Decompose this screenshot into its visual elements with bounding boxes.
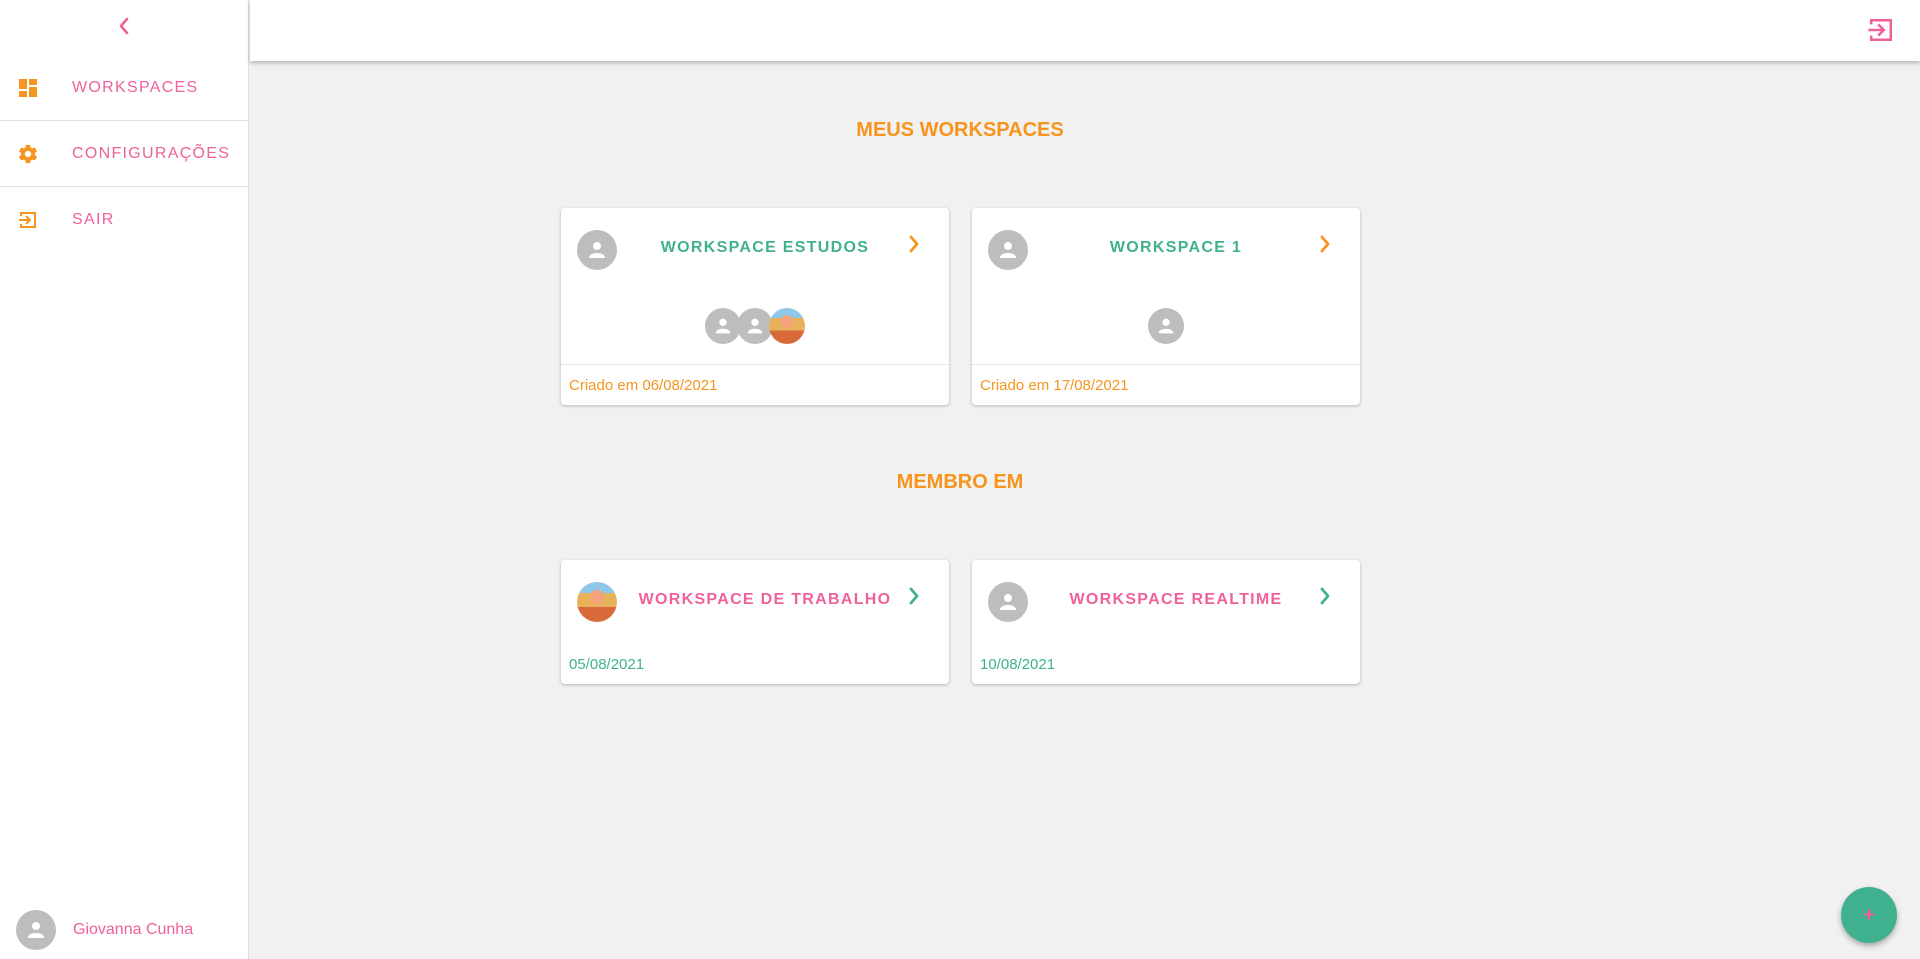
- person-icon: [747, 318, 763, 334]
- section-title-my-workspaces: MEUS WORKSPACES: [856, 119, 1064, 141]
- avatar: [737, 308, 773, 344]
- user-name: Giovanna Cunha: [73, 921, 194, 938]
- sidebar-item-label: CONFIGURAÇÕES: [72, 144, 231, 162]
- dashboard-icon: [17, 77, 39, 99]
- workspace-card[interactable]: WORKSPACE DE TRABALHO 05/08/2021: [561, 560, 949, 684]
- avatar: [988, 230, 1028, 270]
- workspace-date: 10/08/2021: [980, 656, 1056, 673]
- exit-icon: [1868, 18, 1893, 42]
- current-user[interactable]: Giovanna Cunha: [16, 910, 193, 950]
- workspace-title: WORKSPACE 1: [1109, 239, 1243, 256]
- avatar: [769, 308, 805, 344]
- avatar: [577, 582, 617, 622]
- workspace-card[interactable]: WORKSPACE ESTUDOS Criado em 06/08/2021: [561, 208, 949, 405]
- avatar: [16, 910, 56, 950]
- person-icon: [1158, 318, 1174, 334]
- chevron-right-icon[interactable]: [1316, 234, 1334, 254]
- collapse-sidebar-button[interactable]: [113, 14, 135, 38]
- sidebar-item-workspaces[interactable]: WORKSPACES: [0, 55, 249, 121]
- sidebar-item-label: SAIR: [72, 211, 115, 228]
- person-icon: [1000, 594, 1016, 610]
- top-bar: [250, 0, 1920, 61]
- member-avatars: [561, 308, 949, 344]
- chevron-left-icon: [119, 17, 129, 35]
- created-date: Criado em 06/08/2021: [561, 364, 949, 405]
- exit-icon: [17, 209, 39, 231]
- workspace-card[interactable]: WORKSPACE 1 Criado em 17/08/2021: [972, 208, 1360, 405]
- chevron-right-icon[interactable]: [905, 586, 923, 606]
- logout-button[interactable]: [1865, 14, 1897, 46]
- workspace-title: WORKSPACE DE TRABALHO: [638, 591, 892, 608]
- created-date: Criado em 17/08/2021: [972, 364, 1360, 405]
- workspace-date: 05/08/2021: [569, 656, 645, 673]
- sidebar-item-logout[interactable]: SAIR: [0, 187, 249, 253]
- workspace-card[interactable]: WORKSPACE REALTIME 10/08/2021: [972, 560, 1360, 684]
- add-workspace-button[interactable]: +: [1841, 887, 1897, 943]
- avatar: [988, 582, 1028, 622]
- chevron-right-icon[interactable]: [905, 234, 923, 254]
- person-icon: [589, 242, 605, 258]
- sidebar-item-label: WORKSPACES: [72, 78, 199, 96]
- avatar: [1148, 308, 1184, 344]
- section-title-member-of: MEMBRO EM: [896, 471, 1024, 493]
- person-icon: [1000, 242, 1016, 258]
- chevron-right-icon[interactable]: [1316, 586, 1334, 606]
- person-icon: [715, 318, 731, 334]
- avatar: [705, 308, 741, 344]
- member-avatars: [972, 308, 1360, 344]
- workspace-title: WORKSPACE REALTIME: [1069, 591, 1283, 608]
- person-icon: [28, 922, 44, 938]
- avatar: [577, 230, 617, 270]
- plus-icon: +: [1863, 903, 1875, 926]
- sidebar: WORKSPACES CONFIGURAÇÕES SAIR Giovanna C…: [0, 0, 249, 959]
- sidebar-item-settings[interactable]: CONFIGURAÇÕES: [0, 121, 249, 187]
- gear-icon: [17, 143, 39, 165]
- workspace-title: WORKSPACE ESTUDOS: [660, 239, 870, 256]
